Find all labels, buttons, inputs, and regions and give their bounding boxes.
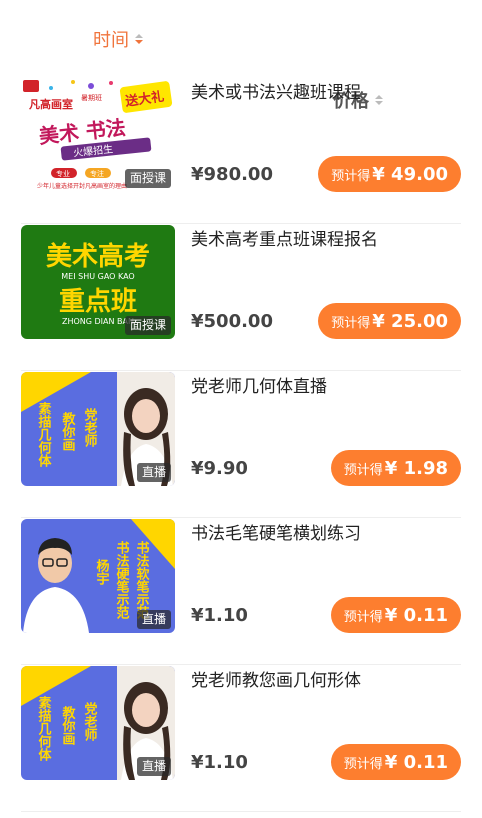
poster-line2: 重点班 (59, 286, 137, 317)
course-price: ¥1.10 (191, 605, 248, 626)
poster-season: 暑期班 (81, 93, 102, 102)
course-thumbnail[interactable]: 凡高画室 暑期班 送大礼 美术 书法 火爆招生 专业 专注 少年儿童选择开封凡高… (21, 78, 175, 192)
poster-tag1: 专业 (56, 169, 70, 178)
course-type-badge: 面授课 (124, 169, 171, 188)
poster-school: 凡高画室 (29, 97, 73, 111)
course-item[interactable]: 凡高画室 暑期班 送大礼 美术 书法 火爆招生 专业 专注 少年儿童选择开封凡高… (21, 77, 461, 224)
course-thumbnail[interactable]: 素描几何体 教你画 党老师 直播 (21, 372, 175, 486)
earning-amount: ¥ 0.11 (384, 751, 448, 773)
course-title[interactable]: 美术高考重点班课程报名 (191, 225, 378, 250)
course-title[interactable]: 党老师几何体直播 (191, 372, 327, 397)
poster-col1: 杨宇 (94, 558, 110, 586)
course-title[interactable]: 美术或书法兴趣班课程 (191, 78, 361, 103)
course-thumbnail[interactable]: 杨宇 书法硬笔示范 书法软笔示范 直播 (21, 519, 175, 633)
course-price: ¥9.90 (191, 458, 248, 479)
earning-label: 预计得 (343, 609, 383, 625)
poster-col2: 教你画 (60, 705, 77, 746)
course-price: ¥980.00 (191, 164, 273, 185)
estimated-earning-button[interactable]: 预计得 ¥ 25.00 (318, 303, 461, 339)
course-type-badge: 直播 (136, 610, 171, 629)
course-type-badge: 直播 (136, 463, 171, 482)
sort-arrows-icon (135, 34, 143, 44)
poster-col1: 素描几何体 (36, 695, 52, 762)
course-title[interactable]: 党老师教您画几何形体 (191, 666, 361, 691)
poster-col2: 书法硬笔示范 (114, 540, 130, 620)
estimated-earning-button[interactable]: 预计得 ¥ 0.11 (330, 597, 461, 633)
earning-amount: ¥ 25.00 (372, 310, 448, 332)
sort-time-label: 时间 (93, 30, 129, 51)
course-list: 凡高画室 暑期班 送大礼 美术 书法 火爆招生 专业 专注 少年儿童选择开封凡高… (21, 77, 461, 812)
poster-tag2: 专注 (90, 169, 104, 178)
poster-line1: 美术高考 (46, 241, 150, 272)
course-price: ¥1.10 (191, 752, 248, 773)
course-type-badge: 面授课 (124, 316, 171, 335)
course-thumbnail[interactable]: 美术高考 MEI SHU GAO KAO 重点班 ZHONG DIAN BAN … (21, 225, 175, 339)
earning-amount: ¥ 1.98 (384, 457, 448, 479)
course-item[interactable]: 美术高考 MEI SHU GAO KAO 重点班 ZHONG DIAN BAN … (21, 224, 461, 371)
poster-col2: 教你画 (60, 411, 77, 452)
poster-col3: 党老师 (82, 407, 99, 448)
earning-amount: ¥ 49.00 (372, 163, 448, 185)
course-price: ¥500.00 (191, 311, 273, 332)
course-thumbnail[interactable]: 素描几何体 教你画 党老师 直播 (21, 666, 175, 780)
course-title[interactable]: 书法毛笔硬笔横划练习 (191, 519, 361, 544)
earning-label: 预计得 (331, 315, 371, 331)
poster-pinyin1: MEI SHU GAO KAO (61, 272, 134, 281)
earning-label: 预计得 (343, 756, 383, 772)
earning-amount: ¥ 0.11 (384, 604, 448, 626)
poster-col1: 素描几何体 (36, 401, 52, 468)
poster-col3: 党老师 (82, 701, 99, 742)
course-type-badge: 直播 (136, 757, 171, 776)
course-item[interactable]: 素描几何体 教你画 党老师 直播 党老师几何体直播 ¥9.90 预计得 ¥ 1.… (21, 371, 461, 518)
estimated-earning-button[interactable]: 预计得 ¥ 0.11 (330, 744, 461, 780)
estimated-earning-button[interactable]: 预计得 ¥ 49.00 (318, 156, 461, 192)
estimated-earning-button[interactable]: 预计得 ¥ 1.98 (330, 450, 461, 486)
poster-footer: 少年儿童选择开封凡高画室的理由 (37, 182, 127, 190)
poster-pinyin2: ZHONG DIAN BAN (62, 317, 134, 326)
poster-col3: 书法软笔示范 (134, 540, 150, 620)
earning-label: 预计得 (331, 168, 371, 184)
course-item[interactable]: 杨宇 书法硬笔示范 书法软笔示范 直播 书法毛笔硬笔横划练习 ¥1.10 预计得… (21, 518, 461, 665)
sort-by-time-button[interactable]: 时间 (93, 26, 143, 52)
earning-label: 预计得 (343, 462, 383, 478)
course-item[interactable]: 素描几何体 教你画 党老师 直播 党老师教您画几何形体 ¥1.10 预计得 ¥ … (21, 665, 461, 812)
sort-bar: 时间 价格 (0, 0, 482, 112)
